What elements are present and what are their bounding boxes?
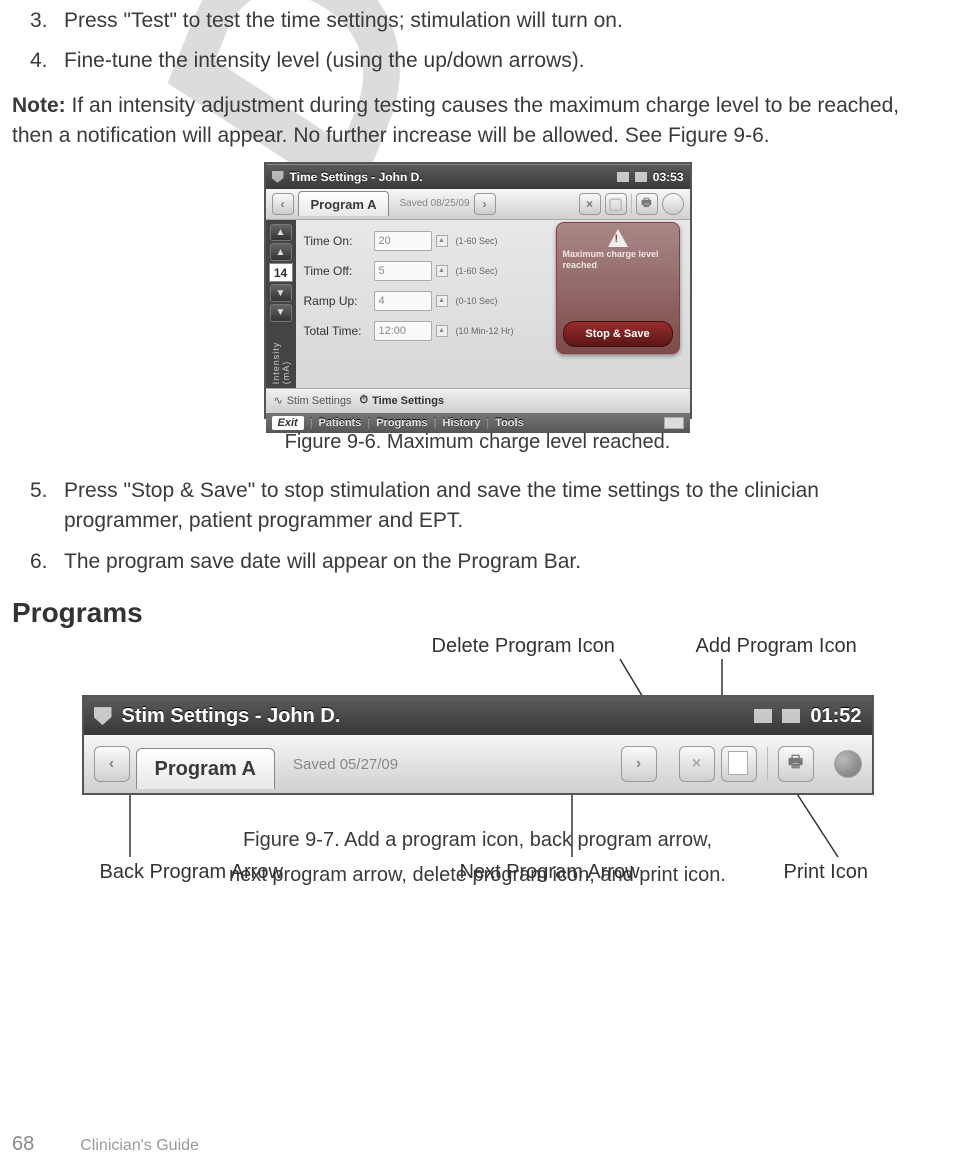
- print-icon[interactable]: 🖶: [636, 193, 658, 215]
- program-bar: ‹ Program A Saved 08/25/09 › × ▢ 🖶: [266, 189, 690, 220]
- field-value[interactable]: 12:00: [374, 321, 432, 341]
- field-label: Time Off:: [304, 264, 370, 278]
- field-hint: (1-60 Sec): [456, 236, 498, 246]
- start-icon: [94, 707, 112, 725]
- speaker-icon: [635, 172, 647, 182]
- keyboard-icon[interactable]: [664, 417, 684, 429]
- figure-9-6-device: Time Settings - John D. 03:53 ‹ Program …: [264, 162, 692, 419]
- step-3: 3. Press "Test" to test the time setting…: [12, 6, 943, 36]
- figure-9-7-device: Stim Settings - John D. 01:52 ‹ Program …: [82, 695, 874, 795]
- knob-icon[interactable]: [662, 193, 684, 215]
- subtabs: ∿Stim Settings ⏱Time Settings: [266, 388, 690, 413]
- page-number: 68: [12, 1133, 34, 1156]
- field-value[interactable]: 4: [374, 291, 432, 311]
- add-program-icon[interactable]: ▢: [605, 193, 627, 215]
- step-text: Fine-tune the intensity level (using the…: [64, 46, 943, 76]
- tab-time-settings[interactable]: ⏱Time Settings: [360, 394, 445, 407]
- heading-programs: Programs: [12, 597, 943, 629]
- annot-back: Back Program Arrow: [100, 861, 283, 884]
- field-value[interactable]: 20: [374, 231, 432, 251]
- note-label: Note:: [12, 94, 66, 117]
- page-footer: 68 Clinician's Guide: [0, 1133, 955, 1156]
- program-tab[interactable]: Program A: [136, 748, 276, 789]
- spin-up-icon[interactable]: ▲: [436, 265, 448, 277]
- field-hint: (1-60 Sec): [456, 266, 498, 276]
- exit-button[interactable]: Exit: [272, 416, 304, 430]
- start-icon: [272, 171, 284, 183]
- figure-9-7-caption-1: Figure 9-7. Add a program icon, back pro…: [12, 829, 943, 852]
- note-text: If an intensity adjustment during testin…: [12, 94, 899, 147]
- back-program-arrow[interactable]: ‹: [94, 746, 130, 782]
- add-program-icon[interactable]: [721, 746, 757, 782]
- intensity-panel: ▲ ▲ 14 ▼ ▼ Intensity (mA): [266, 220, 296, 388]
- delete-program-icon[interactable]: ×: [679, 746, 715, 782]
- intensity-up[interactable]: ▲: [270, 243, 292, 261]
- intensity-fast-up[interactable]: ▲: [270, 224, 292, 242]
- field-label: Time On:: [304, 234, 370, 248]
- figure-9-7-container: Delete Program Icon Add Program Icon Bac…: [60, 635, 896, 795]
- max-charge-warning: Maximum charge level reached Stop & Save: [556, 222, 680, 354]
- spin-up-icon[interactable]: ▲: [436, 295, 448, 307]
- step-text: Press "Test" to test the time settings; …: [64, 6, 943, 36]
- guide-label: Clinician's Guide: [80, 1137, 199, 1155]
- bottom-menu: Exit |Patients |Programs |History |Tools: [266, 413, 690, 433]
- field-value[interactable]: 5: [374, 261, 432, 281]
- step-text: The program save date will appear on the…: [64, 547, 943, 577]
- link-icon: [617, 172, 629, 182]
- step-number: 6.: [12, 547, 64, 577]
- next-program-arrow[interactable]: ›: [621, 746, 657, 782]
- annot-next: Next Program Arrow: [460, 861, 640, 884]
- link-icon: [754, 709, 772, 723]
- step-4: 4. Fine-tune the intensity level (using …: [12, 46, 943, 76]
- saved-date: Saved 05/27/09: [293, 756, 398, 773]
- field-label: Total Time:: [304, 324, 370, 338]
- window-title: Time Settings - John D.: [290, 170, 423, 184]
- field-hint: (0-10 Sec): [456, 296, 498, 306]
- warning-text: Maximum charge level reached: [563, 249, 673, 271]
- saved-date: Saved 08/25/09: [399, 198, 469, 209]
- step-text: Press "Stop & Save" to stop stimulation …: [64, 476, 943, 537]
- delete-program-icon[interactable]: ×: [579, 193, 601, 215]
- menu-programs[interactable]: Programs: [376, 417, 427, 429]
- tab-stim-settings[interactable]: ∿Stim Settings: [274, 394, 352, 407]
- menu-history[interactable]: History: [442, 417, 480, 429]
- menu-patients[interactable]: Patients: [319, 417, 362, 429]
- step-number: 4.: [12, 46, 64, 76]
- speaker-icon: [782, 709, 800, 723]
- step-number: 3.: [12, 6, 64, 36]
- clock: 01:52: [810, 705, 861, 728]
- annot-delete: Delete Program Icon: [432, 635, 615, 658]
- program-tab[interactable]: Program A: [298, 191, 390, 216]
- window-title: Stim Settings - John D.: [122, 705, 341, 728]
- next-program-arrow[interactable]: ›: [474, 193, 496, 215]
- note-paragraph: Note: If an intensity adjustment during …: [12, 91, 943, 152]
- intensity-axis-label: Intensity (mA): [271, 324, 291, 384]
- figure-9-6-caption: Figure 9-6. Maximum charge level reached…: [12, 431, 943, 454]
- stop-and-save-button[interactable]: Stop & Save: [563, 321, 673, 347]
- field-hint: (10 Min-12 Hr): [456, 326, 514, 336]
- field-label: Ramp Up:: [304, 294, 370, 308]
- step-number: 5.: [12, 476, 64, 537]
- spin-up-icon[interactable]: ▲: [436, 235, 448, 247]
- spin-up-icon[interactable]: ▲: [436, 325, 448, 337]
- intensity-down[interactable]: ▼: [270, 284, 292, 302]
- print-icon[interactable]: 🖶: [778, 746, 814, 782]
- intensity-fast-down[interactable]: ▼: [270, 304, 292, 322]
- intensity-value: 14: [269, 263, 293, 282]
- knob-icon[interactable]: [834, 750, 862, 778]
- warning-icon: [608, 229, 628, 247]
- annot-add: Add Program Icon: [696, 635, 857, 658]
- annot-print: Print Icon: [784, 861, 868, 884]
- step-6: 6. The program save date will appear on …: [12, 547, 943, 577]
- back-program-arrow[interactable]: ‹: [272, 193, 294, 215]
- window-titlebar: Time Settings - John D. 03:53: [266, 164, 690, 189]
- program-bar: ‹ Program A Saved 05/27/09 › × 🖶: [84, 735, 872, 793]
- step-5: 5. Press "Stop & Save" to stop stimulati…: [12, 476, 943, 537]
- menu-tools[interactable]: Tools: [495, 417, 524, 429]
- window-titlebar: Stim Settings - John D. 01:52: [84, 697, 872, 735]
- clock: 03:53: [653, 170, 684, 184]
